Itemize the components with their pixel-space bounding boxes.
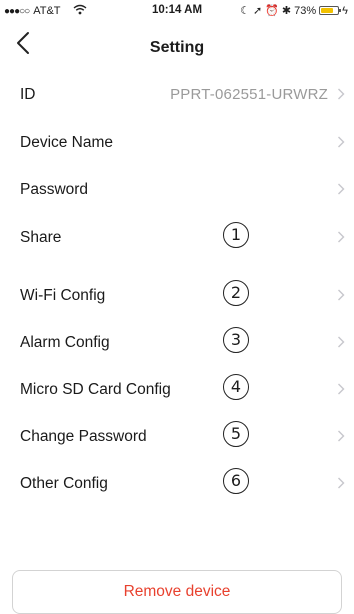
row-alarm-config[interactable]: Alarm Config 3 [0,322,354,362]
chevron-right-icon [338,336,345,348]
row-label: Other Config [20,475,108,492]
row-label: Micro SD Card Config [20,381,171,398]
location-icon: ➚ [253,5,263,17]
chevron-right-icon [338,383,345,395]
battery-level [321,8,333,13]
chevron-right-icon [338,88,345,100]
row-share[interactable]: Share 1 [0,217,354,257]
row-change-password[interactable]: Change Password 5 [0,416,354,456]
number-marker: 6 [223,468,249,494]
number-marker: 2 [223,280,249,306]
row-password[interactable]: Password [0,169,354,209]
row-wifi-config[interactable]: Wi-Fi Config 2 [0,275,354,315]
row-micro-sd-config[interactable]: Micro SD Card Config 4 [0,369,354,409]
status-right: ☾ ➚ ⏰ ✱ 73% ϟ [240,4,348,18]
bluetooth-icon: ✱ [281,5,292,17]
row-label: Share [20,229,62,246]
chevron-right-icon [338,477,345,489]
page-title: Setting [149,39,205,56]
battery-percent: 73% [294,4,317,17]
row-id[interactable]: ID PPRT-062551-URWRZ [0,74,354,114]
row-device-name[interactable]: Device Name [0,122,354,162]
chevron-right-icon [338,430,345,442]
alarm-icon: ⏰ [265,5,279,17]
charging-icon: ϟ [342,4,348,17]
remove-device-button[interactable]: Remove device [12,570,342,614]
row-label: Password [20,181,89,198]
row-label: ID [20,86,36,103]
chevron-right-icon [338,136,345,148]
row-label: Device Name [20,134,114,151]
row-other-config[interactable]: Other Config 6 [0,463,354,503]
number-marker: 5 [223,421,249,447]
row-label: Alarm Config [20,334,110,351]
moon-icon: ☾ [240,5,250,17]
chevron-right-icon [338,231,345,243]
row-label: Wi-Fi Config [20,287,106,304]
number-marker: 1 [223,222,249,248]
device-id-value: PPRT-062551-URWRZ [170,86,328,103]
nav-bar: Setting [0,22,354,66]
row-label: Change Password [20,428,147,445]
chevron-right-icon [338,289,345,301]
number-marker: 3 [223,327,249,353]
battery-icon [319,6,342,15]
status-bar: ●●●○○ AT&T 10:14 AM ☾ ➚ ⏰ ✱ 73% ϟ [0,0,354,22]
chevron-right-icon [338,183,345,195]
number-marker: 4 [223,374,249,400]
